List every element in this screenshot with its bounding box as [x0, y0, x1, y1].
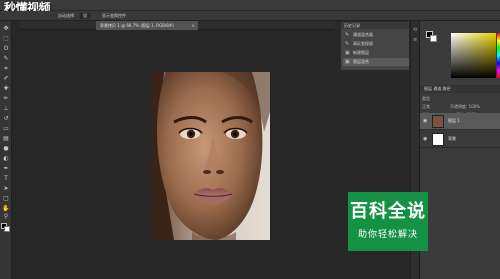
document-tab[interactable]: 背景拷贝 1 @ 66.7% (图层 1, RGB/8#) ×	[96, 21, 198, 30]
history-panel: 历史记录 ✎ 通道混合器 ✎ 高反差保留 ▣ 新建图层 ▣ 图层混合	[340, 21, 410, 71]
color-picker-field[interactable]	[451, 33, 496, 78]
auto-select-label: 自动选择:	[58, 13, 76, 18]
background-color-swatch[interactable]	[430, 35, 437, 42]
show-transform-checkbox[interactable]: 显示变换控件	[102, 13, 126, 19]
document-tab-bar: 背景拷贝 1 @ 66.7% (图层 1, RGB/8#) ×	[20, 21, 335, 30]
history-item[interactable]: ✎ 高反差保留	[343, 40, 409, 48]
document-tab-label: 背景拷贝 1 @ 66.7% (图层 1, RGB/8#)	[100, 23, 174, 28]
shape-tool-icon[interactable]: ▢	[2, 195, 10, 203]
hand-tool-icon[interactable]: ✋	[2, 205, 10, 213]
dodge-tool-icon[interactable]: ◐	[2, 155, 10, 163]
path-select-tool-icon[interactable]: ➤	[2, 185, 10, 193]
right-panels: 图层 通道 路径 类型 正常 不透明度: 100% 锁定: 填充: 100% ◉…	[420, 21, 500, 279]
properties-panel-icon[interactable]: ≡	[413, 37, 419, 43]
tools-panel: ✥ ⬚ ʘ ✎ ⌗ ✐ ✚ ✏ ⊥ ↺ ▭ ▤ ● ◐ ✒ T ➤ ▢ ✋ ⚲	[0, 21, 12, 279]
blend-opacity-row: 正常 不透明度: 100%	[422, 103, 498, 110]
close-icon[interactable]: ×	[192, 21, 195, 30]
eye-icon[interactable]: ◉	[423, 136, 427, 142]
layers-panel: 图层 通道 路径 类型 正常 不透明度: 100% 锁定: 填充: 100% ◉…	[420, 85, 500, 279]
auto-select-dropdown[interactable]: 组	[80, 13, 90, 19]
pen-tool-icon[interactable]: ✒	[2, 165, 10, 173]
gradient-tool-icon[interactable]: ▤	[2, 135, 10, 143]
layer-row[interactable]: ◉ 图层 1	[420, 113, 500, 130]
history-item-label: 高反差保留	[353, 41, 373, 46]
layer-icon: ▣	[345, 50, 350, 56]
layer-kind-filter[interactable]: 类型	[422, 96, 430, 101]
type-tool-icon[interactable]: T	[2, 175, 10, 183]
blur-tool-icon[interactable]: ●	[2, 145, 10, 153]
background-color-swatch[interactable]	[4, 226, 10, 232]
watermark-title: 百科全说	[350, 201, 426, 222]
history-item-label: 通道混合器	[353, 32, 373, 37]
clone-stamp-tool-icon[interactable]: ⊥	[2, 105, 10, 113]
watermark-badge: 百科全说 助你轻松解决	[348, 192, 428, 251]
layer-name: 图层 1	[448, 118, 460, 123]
color-panel	[420, 21, 500, 81]
layers-panel-tabs[interactable]: 图层 通道 路径	[420, 85, 500, 93]
lasso-tool-icon[interactable]: ʘ	[2, 45, 10, 53]
history-item-label: 新建图层	[353, 50, 369, 55]
marquee-tool-icon[interactable]: ⬚	[2, 35, 10, 43]
history-item-label: 图层混合	[353, 59, 369, 64]
zoom-tool-icon[interactable]: ⚲	[2, 213, 10, 221]
eye-icon[interactable]: ◉	[423, 118, 427, 124]
history-item[interactable]: ▣ 新建图层	[343, 49, 409, 57]
healing-brush-tool-icon[interactable]: ✚	[2, 85, 10, 93]
history-item-active[interactable]: ▣ 图层混合	[343, 58, 409, 66]
history-panel-icon[interactable]: ⟲	[413, 27, 419, 33]
layer-filter-row[interactable]: 类型	[422, 95, 498, 102]
brush-tool-icon[interactable]: ✏	[2, 95, 10, 103]
layer-name: 背景	[448, 136, 456, 141]
blend-mode-select[interactable]: 正常	[422, 104, 430, 109]
quick-select-tool-icon[interactable]: ✎	[2, 55, 10, 63]
eyedropper-tool-icon[interactable]: ✐	[2, 75, 10, 83]
brush-icon: ✎	[345, 32, 350, 38]
menu-bar: 秒懂视频	[0, 0, 500, 15]
opacity-field[interactable]: 不透明度: 100%	[450, 103, 480, 110]
layer-thumbnail	[432, 133, 444, 146]
history-item[interactable]: ✎ 通道混合器	[343, 31, 409, 39]
history-brush-tool-icon[interactable]: ↺	[2, 115, 10, 123]
watermark-subtitle: 助你轻松解决	[357, 230, 418, 240]
portrait-image	[152, 72, 270, 240]
eraser-tool-icon[interactable]: ▭	[2, 125, 10, 133]
crop-tool-icon[interactable]: ⌗	[2, 65, 10, 73]
layer-icon: ▣	[345, 59, 350, 65]
layer-thumbnail	[432, 115, 444, 128]
brush-icon: ✎	[345, 41, 350, 47]
move-tool-icon[interactable]: ✥	[2, 25, 10, 33]
history-panel-title: 历史记录	[341, 22, 409, 29]
options-bar: 自动选择: 组 显示变换控件	[0, 11, 500, 21]
layer-row[interactable]: ◉ 背景	[420, 131, 500, 148]
